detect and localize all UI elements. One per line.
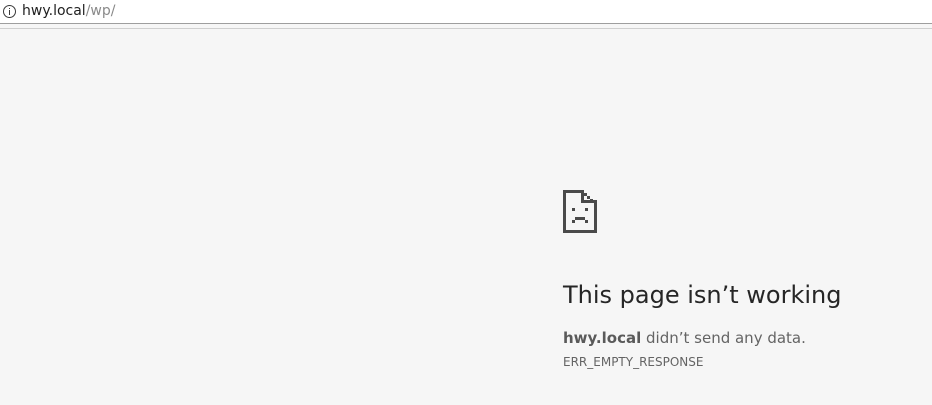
url-path: /wp/ <box>85 3 116 19</box>
error-host: hwy.local <box>563 329 642 347</box>
url-host: hwy.local <box>22 3 86 19</box>
error-title: This page isn’t working <box>563 281 842 309</box>
sad-document-icon <box>563 190 597 233</box>
url-text[interactable]: hwy.local/wp/ <box>22 2 115 20</box>
error-code: ERR_EMPTY_RESPONSE <box>563 355 704 369</box>
error-message: hwy.local didn’t send any data. <box>563 328 806 348</box>
toolbar-divider <box>0 28 932 29</box>
info-icon[interactable] <box>3 5 16 18</box>
address-bar[interactable]: hwy.local/wp/ <box>0 0 932 24</box>
error-message-text: didn’t send any data. <box>641 329 806 347</box>
